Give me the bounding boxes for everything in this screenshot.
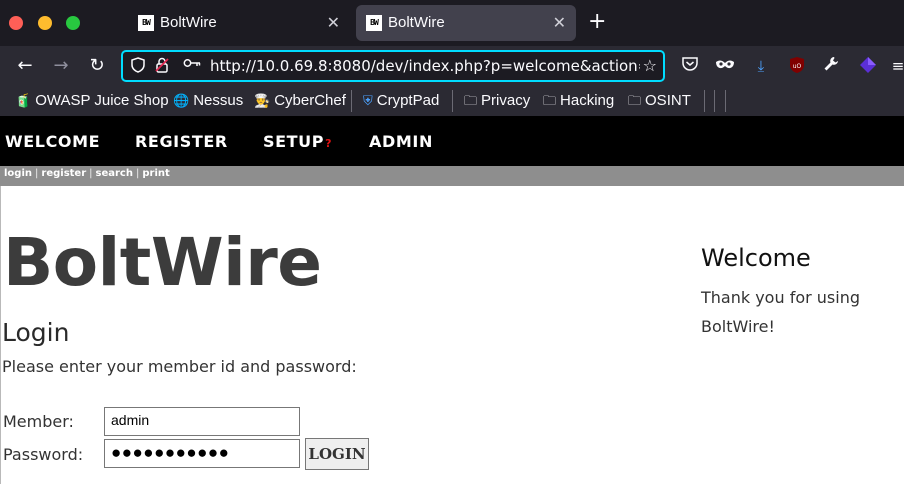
boltwire-favicon-icon: BW [138,15,154,31]
folder-icon: 🗀 [628,93,642,108]
new-tab-button[interactable]: + [588,10,606,34]
forward-arrow-icon[interactable]: → [48,53,74,79]
login-instructions: Please enter your member id and password… [2,357,357,376]
bookmark-owasp-juice-shop[interactable]: 🧃 OWASP Juice Shop [15,92,169,109]
browser-titlebar: BW BoltWire ✕ BW BoltWire ✕ + [0,0,904,46]
tracking-shield-icon[interactable] [131,57,145,77]
password-input[interactable]: ●●●●●●●●●●● [104,439,300,468]
key-icon[interactable] [183,57,201,73]
bookmark-nessus[interactable]: 🌐 Nessus [173,92,243,109]
bookmark-cryptpad[interactable]: ⛨ CryptPad [363,92,439,109]
close-window-button[interactable] [9,16,23,30]
nav-register[interactable]: REGISTER [135,132,228,151]
svg-text:uO: uO [793,63,802,70]
tab-title: BoltWire [388,14,445,31]
bookmark-cyberchef[interactable]: 👨‍🍳 CyberChef [254,92,346,109]
bookmarks-toolbar: 🧃 OWASP Juice Shop 🌐 Nessus 👨‍🍳 CyberChef ⛨… [0,86,904,116]
chef-icon: 👨‍🍳 [254,93,271,108]
action-print-link[interactable]: print [142,168,169,179]
boltwire-favicon-icon: BW [366,15,382,31]
setup-alert-mark: ? [325,137,333,150]
close-tab-icon[interactable]: ✕ [327,13,340,32]
nav-welcome[interactable]: WELCOME [5,132,100,151]
pocket-icon[interactable] [679,56,701,76]
bookmark-folder-hacking[interactable]: 🗀 Hacking [543,92,614,114]
folder-icon: 🗀 [464,93,478,108]
ublock-origin-icon[interactable]: uO [786,56,808,76]
sidebar-welcome-text: Thank you for using BoltWire! [701,288,860,336]
wrench-icon[interactable] [820,56,842,76]
action-separator: | [89,168,93,179]
member-input[interactable]: admin [104,407,300,436]
tab-boltwire-1[interactable]: BW BoltWire ✕ [128,5,350,41]
shield-icon: ⛨ [363,93,373,108]
nav-admin[interactable]: ADMIN [369,132,433,151]
site-main-nav: WELCOME REGISTER SETUP? ADMIN [0,116,904,166]
bookmark-separator [704,90,705,112]
sidebar-welcome-heading: Welcome [701,244,811,272]
url-text[interactable]: http://10.0.69.8:8080/dev/index.php?p=we… [210,57,640,75]
address-bar[interactable]: http://10.0.69.8:8080/dev/index.php?p=we… [121,50,665,82]
folder-icon: 🗀 [543,93,557,108]
nav-setup[interactable]: SETUP? [263,132,332,151]
private-mask-icon[interactable] [714,56,736,76]
reload-icon[interactable]: ↻ [84,53,110,79]
downloads-icon[interactable]: ⤓ [750,56,772,76]
action-login-link[interactable]: login [4,168,32,179]
login-heading: Login [2,318,70,347]
site-brand-title: BoltWire [3,224,322,301]
tab-title: BoltWire [160,14,217,31]
insecure-lock-icon[interactable] [155,57,169,77]
member-label: Member: [3,412,74,431]
bookmark-separator [725,90,726,112]
close-tab-icon[interactable]: ✕ [553,13,566,32]
password-label: Password: [3,445,84,464]
overflow-menu-icon[interactable]: ≡ [891,56,904,76]
extension-cube-icon[interactable] [857,56,879,76]
content-border [0,186,1,484]
juice-icon: 🧃 [15,93,32,108]
bookmark-folder-osint[interactable]: 🗀 OSINT [628,92,691,114]
maximize-window-button[interactable] [66,16,80,30]
tab-boltwire-2-active[interactable]: BW BoltWire ✕ [356,5,576,41]
globe-icon: 🌐 [173,93,190,108]
action-separator: | [35,168,39,179]
login-button[interactable]: LOGIN [305,438,369,470]
back-arrow-icon[interactable]: ← [12,53,38,79]
bookmark-folder-privacy[interactable]: 🗀 Privacy [464,92,530,114]
bookmark-separator [714,90,715,112]
action-register-link[interactable]: register [41,168,86,179]
browser-toolbar: ← → ↻ http://10.0.69.8:8080/dev/index.ph… [0,46,904,86]
minimize-window-button[interactable] [38,16,52,30]
action-search-link[interactable]: search [96,168,133,179]
action-separator: | [135,168,140,179]
bookmark-star-icon[interactable]: ☆ [643,56,657,75]
site-action-bar: login | register | search | print [0,166,904,186]
bookmark-separator [351,90,352,112]
bookmark-separator [452,90,453,112]
